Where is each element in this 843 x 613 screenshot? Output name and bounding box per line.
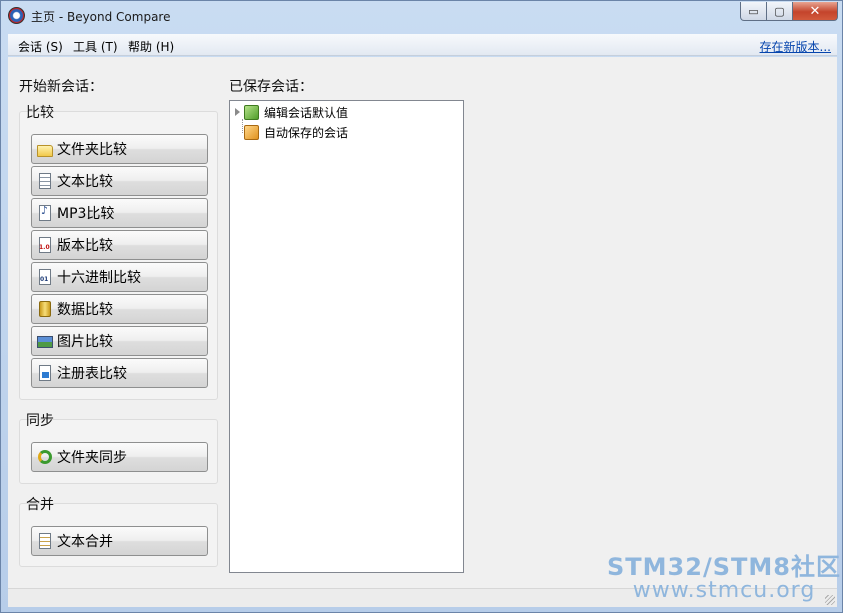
menu-tools[interactable]: 工具 (T): [73, 38, 118, 55]
maximize-icon: ▢: [774, 4, 785, 18]
picture-compare-button[interactable]: 图片比较: [31, 326, 208, 356]
data-compare-button[interactable]: 数据比较: [31, 294, 208, 324]
hex-compare-label: 十六进制比较: [57, 270, 141, 286]
watermark: STM32/STM8社区 www.stmcu.org: [604, 554, 843, 602]
home-content: 开始新会话： 比较 文件夹比较 文本比较 MP3比较 版本比较 十六进制比较 数…: [8, 57, 837, 588]
window-controls: ▭ ▢ ✕: [740, 2, 838, 21]
new-session-heading: 开始新会话：: [19, 79, 103, 95]
tree-item-label: 编辑会话默认值: [264, 105, 349, 120]
text-document-icon: [39, 173, 51, 189]
folder-compare-button[interactable]: 文件夹比较: [31, 134, 208, 164]
sync-icon: [38, 450, 52, 464]
maximize-button[interactable]: ▢: [767, 2, 793, 21]
tree-item-autosaved[interactable]: 自动保存的会话: [244, 123, 348, 141]
expand-arrow-icon[interactable]: [234, 108, 242, 116]
mp3-compare-label: MP3比较: [57, 206, 115, 222]
registry-icon: [39, 365, 51, 381]
data-compare-label: 数据比较: [57, 302, 113, 318]
registry-compare-label: 注册表比较: [57, 366, 127, 382]
close-icon: ✕: [809, 3, 821, 19]
tree-item-edit-defaults[interactable]: 编辑会话默认值: [234, 103, 348, 121]
sync-group-title: 同步: [26, 413, 54, 429]
green-cube-icon: [244, 104, 259, 120]
main-window: 主页 - Beyond Compare ▭ ▢ ✕ 会话 (S) 工具 (T) …: [0, 0, 843, 613]
menu-help[interactable]: 帮助 (H): [128, 38, 174, 55]
text-compare-button[interactable]: 文本比较: [31, 166, 208, 196]
version-file-icon: [39, 237, 51, 253]
orange-cube-icon: [244, 124, 259, 140]
text-merge-button[interactable]: 文本合并: [31, 526, 208, 556]
minimize-button[interactable]: ▭: [740, 2, 767, 21]
picture-icon: [37, 336, 53, 348]
text-merge-label: 文本合并: [57, 534, 113, 550]
close-button[interactable]: ✕: [793, 2, 838, 21]
tree-item-label: 自动保存的会话: [264, 125, 349, 140]
saved-sessions-tree[interactable]: 编辑会话默认值 自动保存的会话: [229, 100, 464, 573]
text-compare-label: 文本比较: [57, 174, 113, 190]
menu-session[interactable]: 会话 (S): [18, 38, 63, 55]
folder-compare-label: 文件夹比较: [57, 142, 127, 158]
music-file-icon: [39, 204, 51, 221]
merge-group-title: 合并: [26, 497, 54, 513]
folder-icon: [37, 144, 53, 157]
beyond-compare-app-icon[interactable]: [8, 7, 25, 24]
folder-sync-label: 文件夹同步: [57, 450, 127, 466]
watermark-brand: STM32/STM8社区: [607, 553, 841, 581]
version-compare-label: 版本比较: [57, 238, 113, 254]
mp3-compare-button[interactable]: MP3比较: [31, 198, 208, 228]
hex-file-icon: [39, 269, 51, 285]
folder-sync-button[interactable]: 文件夹同步: [31, 442, 208, 472]
merge-icon: [39, 533, 51, 549]
compare-group-title: 比较: [26, 105, 54, 121]
new-version-link[interactable]: 存在新版本...: [760, 38, 831, 55]
tree-connector-vertical: [242, 119, 243, 133]
minimize-icon: ▭: [748, 4, 759, 18]
saved-sessions-heading: 已保存会话：: [229, 79, 313, 95]
title-bar[interactable]: 主页 - Beyond Compare ▭ ▢ ✕: [1, 1, 842, 31]
watermark-url: www.stmcu.org: [632, 578, 816, 603]
picture-compare-label: 图片比较: [57, 334, 113, 350]
database-icon: [39, 301, 51, 317]
version-compare-button[interactable]: 版本比较: [31, 230, 208, 260]
hex-compare-button[interactable]: 十六进制比较: [31, 262, 208, 292]
registry-compare-button[interactable]: 注册表比较: [31, 358, 208, 388]
window-title: 主页 - Beyond Compare: [31, 10, 171, 24]
menu-bar: 会话 (S) 工具 (T) 帮助 (H) 存在新版本...: [8, 34, 837, 56]
